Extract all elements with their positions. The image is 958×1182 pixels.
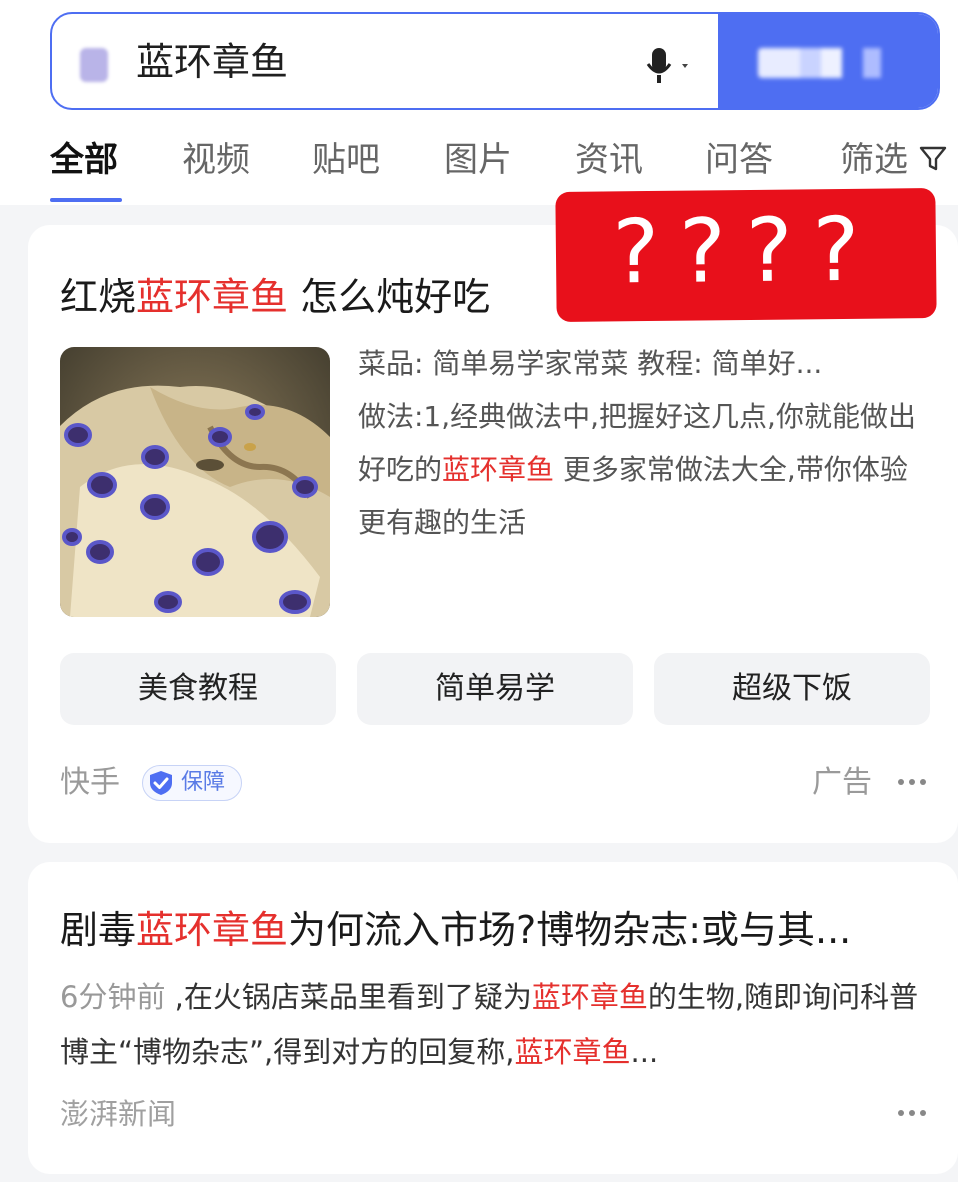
active-tab-indicator [50, 198, 122, 202]
octopus-thumbnail[interactable] [60, 347, 330, 617]
result-meta: 菜品: 简单易学家常菜 教程: 简单好... [358, 347, 823, 380]
result-description: 菜品: 简单易学家常菜 教程: 简单好... 做法:1,经典做法中,把握好这几点… [358, 337, 930, 549]
news-snippet: 6分钟前 ,在火锅店菜品里看到了疑为蓝环章鱼的生物,随即询问科普博主“博物杂志”… [60, 980, 919, 1069]
question-marks-text: ???? [611, 197, 880, 304]
blurred-button-label [758, 48, 898, 78]
news-title[interactable]: 剧毒蓝环章鱼为何流入市场?博物杂志:或与其... [60, 902, 930, 958]
ad-label: 广告 [812, 765, 872, 800]
tab-qa[interactable]: 问答 [705, 138, 773, 182]
blurred-logo-icon [80, 48, 108, 82]
pill-food-tutorial[interactable]: 美食教程 [60, 653, 336, 725]
search-button[interactable] [718, 14, 938, 108]
search-input[interactable]: 蓝环章鱼 [136, 36, 288, 88]
badge-label: 保障 [181, 770, 226, 795]
more-options-icon[interactable] [898, 777, 928, 787]
result-card-news[interactable]: 剧毒蓝环章鱼为何流入市场?博物杂志:或与其... 6分钟前 ,在火锅店菜品里看到… [28, 862, 958, 1174]
guarantee-badge[interactable]: 保障 [142, 765, 242, 801]
tab-tieba[interactable]: 贴吧 [312, 138, 380, 182]
tag-pills: 美食教程 简单易学 超级下饭 [60, 653, 930, 725]
microphone-icon[interactable] [644, 44, 698, 88]
tab-news[interactable]: 资讯 [575, 138, 643, 182]
search-header: 蓝环章鱼 全部 视频 贴吧 图片 资讯 问答 筛选 [0, 0, 958, 205]
question-marks-overlay: ???? [555, 188, 937, 322]
more-options-icon[interactable] [898, 1108, 928, 1118]
news-source[interactable]: 澎湃新闻 [60, 1092, 176, 1136]
filter-icon[interactable] [918, 144, 948, 174]
shield-check-icon [150, 771, 172, 795]
tab-all[interactable]: 全部 [50, 138, 118, 182]
tab-images[interactable]: 图片 [444, 138, 512, 182]
pill-easy-to-learn[interactable]: 简单易学 [357, 653, 633, 725]
tab-video[interactable]: 视频 [182, 138, 250, 182]
result-title[interactable]: 红烧蓝环章鱼 怎么炖好吃 [60, 269, 490, 325]
tab-filter[interactable]: 筛选 [840, 138, 908, 182]
result-source[interactable]: 快手 [60, 761, 120, 805]
pill-rice-dish[interactable]: 超级下饭 [654, 653, 930, 725]
search-box[interactable]: 蓝环章鱼 [50, 12, 940, 110]
news-time: 6分钟前 [60, 980, 166, 1014]
